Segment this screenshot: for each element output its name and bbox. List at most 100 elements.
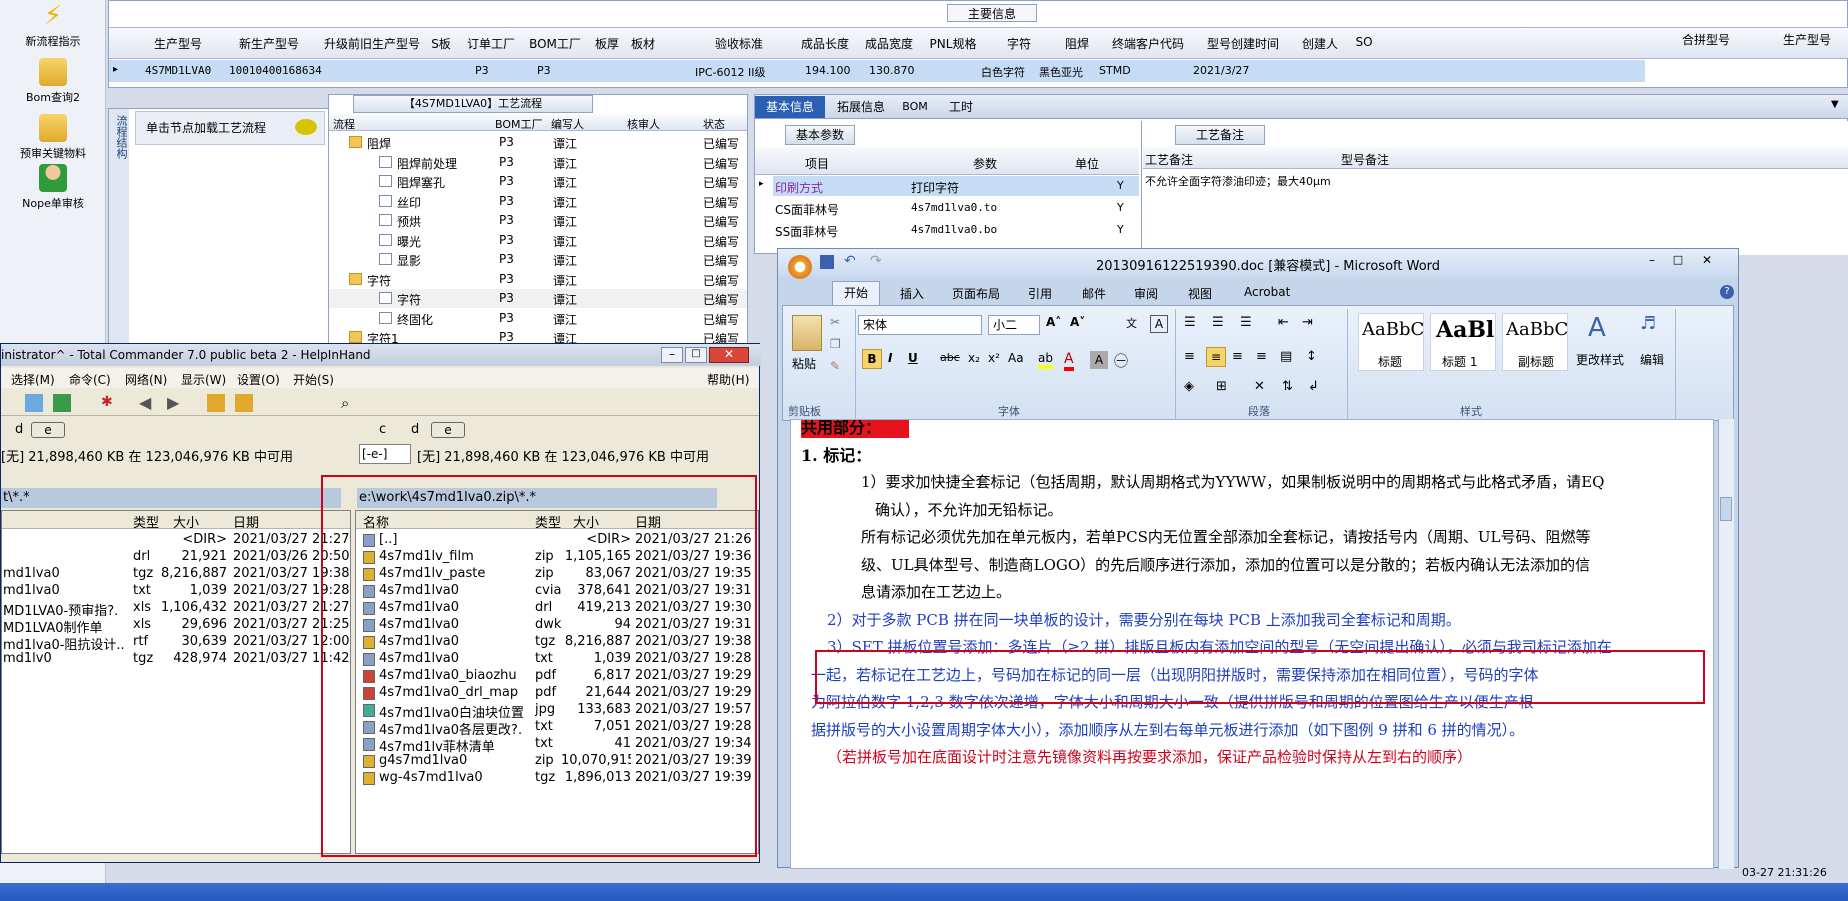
drive-c-right[interactable]: c [379, 422, 386, 437]
char-border-icon[interactable]: A [1150, 315, 1168, 333]
drive-e-right[interactable]: e [431, 422, 465, 438]
back-icon[interactable]: ◀ [139, 393, 151, 412]
col-status[interactable]: 状态 [703, 116, 725, 132]
tab-acrobat[interactable]: Acrobat [1244, 285, 1290, 299]
tab-home[interactable]: 开始 [832, 281, 880, 305]
side-tab-structure[interactable]: 流程结构 [109, 109, 129, 357]
prereview-material-button[interactable]: 预审关键物料 [0, 114, 106, 161]
line-spacing-icon[interactable]: ↕ [1306, 349, 1317, 364]
font-color-icon[interactable]: A [1064, 351, 1074, 371]
left-file-size[interactable]: 8,216,887 [161, 566, 227, 581]
menu-network[interactable]: 网络(N) [125, 371, 167, 388]
unpack-icon[interactable] [235, 394, 253, 412]
binoculars-icon[interactable]: ⌕ [341, 394, 361, 412]
col-header-prod-model[interactable]: 生产型号 [1769, 31, 1845, 48]
col-header[interactable]: 验收标准 [669, 35, 809, 52]
col-header[interactable]: 成品宽度 [859, 35, 919, 52]
left-path[interactable]: t\*.* [1, 488, 341, 508]
save-icon[interactable] [820, 255, 834, 269]
col-reviewer[interactable]: 核审人 [627, 116, 660, 132]
left-col-date[interactable]: 日期 [233, 512, 259, 531]
col-header[interactable]: 终端客户代码 [1103, 35, 1193, 52]
left-file-size[interactable]: <DIR> [161, 532, 227, 547]
left-file-size[interactable]: 1,106,432 [161, 600, 227, 615]
increase-indent-icon[interactable]: ⇥ [1302, 315, 1313, 330]
col-process-remark[interactable]: 工艺备注 [1145, 151, 1193, 168]
subtab-basic-params[interactable]: 基本参数 [785, 125, 855, 145]
tab-bom[interactable]: BOM [895, 96, 935, 118]
tab-process-remarks[interactable]: 工艺备注 [1175, 125, 1265, 145]
left-file-name[interactable]: md1lv0 [3, 651, 129, 666]
menu-help[interactable]: 帮助(H) [707, 371, 749, 388]
col-writer[interactable]: 编写人 [551, 116, 584, 132]
shrink-font-icon[interactable]: A˅ [1070, 315, 1085, 329]
subscript-icon[interactable]: x₂ [968, 351, 980, 365]
col-header-merge-model[interactable]: 合拼型号 [1661, 31, 1751, 48]
menu-start[interactable]: 开始(S) [293, 371, 334, 388]
paste-icon[interactable] [792, 315, 822, 351]
tab-insert[interactable]: 插入 [900, 285, 924, 302]
tab-work-hours[interactable]: 工时 [941, 96, 981, 118]
col-header[interactable]: 型号创建时间 [1191, 35, 1295, 52]
phonetic-icon[interactable]: 文 [1126, 315, 1137, 331]
edit-button[interactable]: 编辑 [1640, 351, 1664, 368]
chinese-layout-icon[interactable]: ✕ [1254, 379, 1265, 394]
change-case-icon[interactable]: Aa [1008, 351, 1024, 365]
enclose-char-icon[interactable]: ㊀ [1114, 351, 1128, 371]
col-bom-factory[interactable]: BOM工厂 [495, 116, 543, 132]
col-header[interactable]: 字符 [989, 35, 1049, 52]
minimize-button[interactable]: – [1640, 253, 1664, 269]
pack-icon[interactable] [207, 394, 225, 412]
col-header[interactable]: SO [1349, 35, 1379, 49]
chevron-down-icon[interactable]: ▼ [1831, 99, 1839, 110]
col-unit[interactable]: 单位 [1075, 155, 1099, 172]
bullets-icon[interactable]: ☰ [1184, 315, 1196, 330]
change-styles-icon[interactable]: A [1588, 313, 1606, 343]
italic-icon[interactable]: I [888, 351, 892, 365]
col-header[interactable]: 订单工厂 [461, 35, 521, 52]
office-button[interactable] [788, 255, 812, 279]
col-header[interactable]: 生产型号 [145, 35, 211, 52]
help-icon[interactable]: ? [1720, 285, 1734, 299]
document-page[interactable]: 共用部分： 1. 标记： 1）要求加快捷全套标记（包括周期，默认周期格式为YYWW，… [790, 419, 1714, 869]
font-size-select[interactable]: 小二 [988, 315, 1040, 335]
tab-view[interactable]: 视图 [1188, 285, 1212, 302]
col-header[interactable]: BOM工厂 [521, 35, 589, 52]
left-file-size[interactable]: 21,921 [161, 549, 228, 564]
change-styles-button[interactable]: 更改样式 [1576, 351, 1624, 368]
paste-label[interactable]: 粘贴 [792, 355, 816, 372]
multilevel-icon[interactable]: ☰ [1240, 315, 1252, 330]
col-header[interactable]: 成品长度 [795, 35, 855, 52]
maximize-button[interactable]: □ [685, 347, 707, 363]
col-header[interactable]: S板 [421, 35, 461, 52]
col-header[interactable]: 创建人 [1295, 35, 1345, 52]
forward-icon[interactable]: ▶ [167, 393, 179, 412]
col-model-remark[interactable]: 型号备注 [1341, 151, 1389, 168]
align-center-icon[interactable]: ≡ [1206, 347, 1226, 367]
view-icon[interactable] [25, 394, 43, 412]
tab-review[interactable]: 审阅 [1134, 285, 1158, 302]
menu-view[interactable]: 显示(W) [181, 371, 226, 388]
numbering-icon[interactable]: ☰ [1212, 315, 1224, 330]
redo-icon[interactable]: ↷ [870, 253, 882, 269]
tab-basic-info[interactable]: 基本信息 [755, 96, 825, 118]
justify-icon[interactable]: ≡ [1256, 349, 1267, 364]
underline-icon[interactable]: U [908, 351, 918, 365]
borders-icon[interactable]: ⊞ [1216, 379, 1227, 394]
col-header[interactable]: 新生产型号 [219, 35, 319, 52]
vertical-scrollbar[interactable] [1718, 419, 1734, 869]
decrease-indent-icon[interactable]: ⇤ [1278, 315, 1289, 330]
close-button[interactable]: ✕ [709, 347, 749, 363]
nope-review-button[interactable]: Nope单审核 [0, 164, 106, 211]
align-right-icon[interactable]: ≡ [1232, 349, 1243, 364]
tab-layout[interactable]: 页面布局 [952, 285, 1000, 302]
col-param[interactable]: 参数 [973, 155, 997, 172]
thumbnail-icon[interactable] [53, 394, 71, 412]
drive-d-right[interactable]: d [411, 422, 419, 437]
copy-icon[interactable]: ❐ [830, 337, 841, 351]
new-process-button[interactable]: ⚡ 新流程指示 [0, 2, 106, 49]
bom-query-button[interactable]: Bom查询2 [0, 58, 106, 105]
format-painter-icon[interactable]: ✎ [830, 359, 840, 373]
highlight-icon[interactable]: ab [1038, 351, 1053, 369]
font-name-select[interactable]: 宋体 [858, 315, 982, 335]
